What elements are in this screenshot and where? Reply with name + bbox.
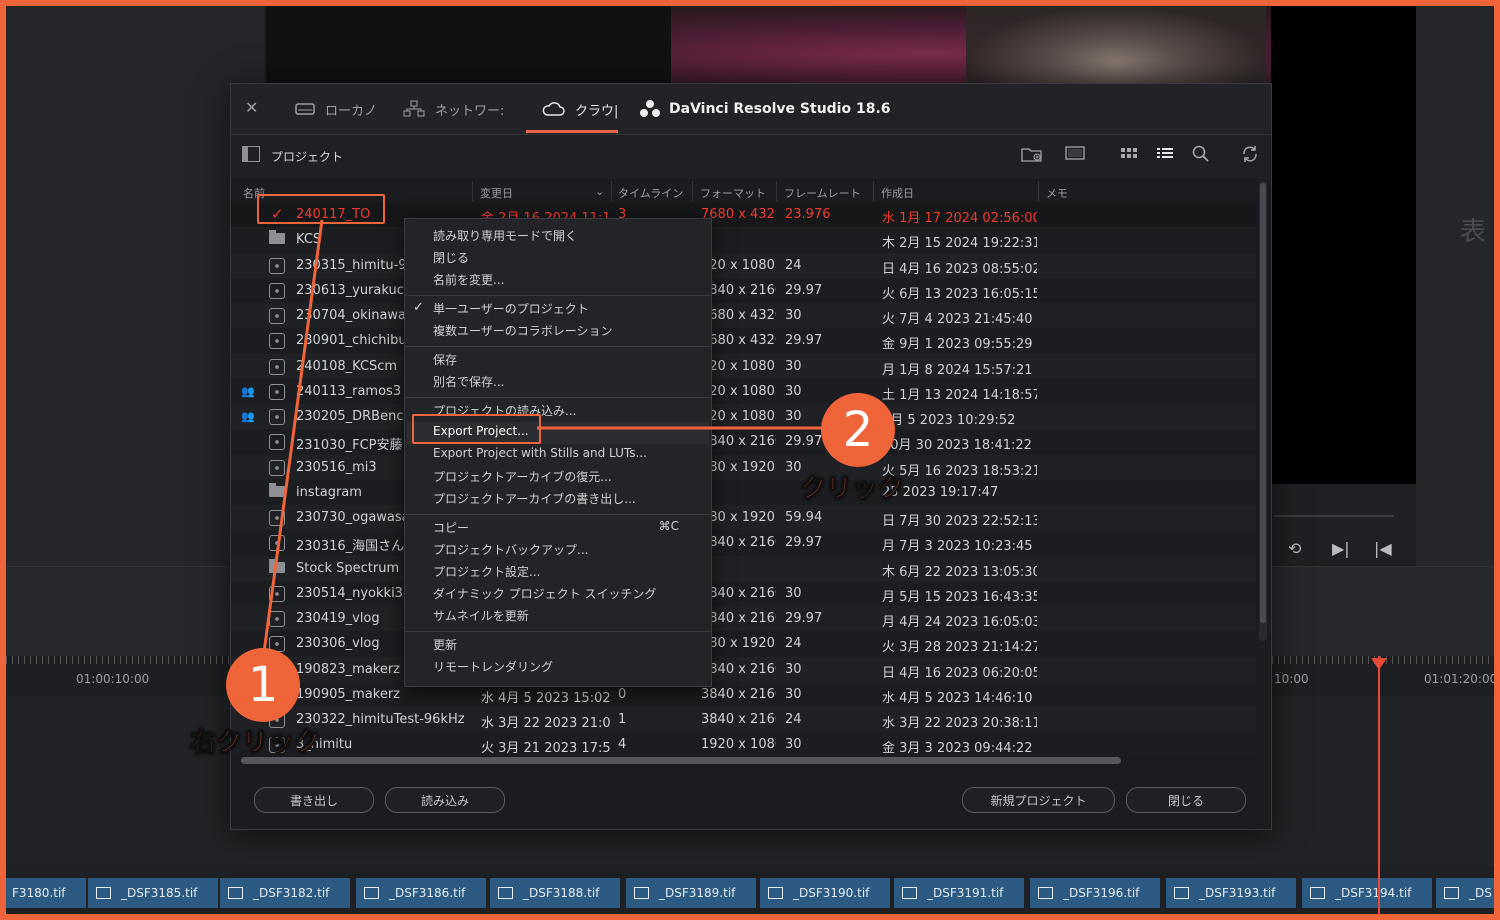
annotation-lines: [261, 219, 824, 661]
step-1-label: 右クリック: [189, 728, 321, 759]
step-1-badge: 1: [226, 648, 300, 722]
step-2-label: クリック: [799, 474, 905, 505]
step-2-badge: 2: [821, 393, 895, 467]
